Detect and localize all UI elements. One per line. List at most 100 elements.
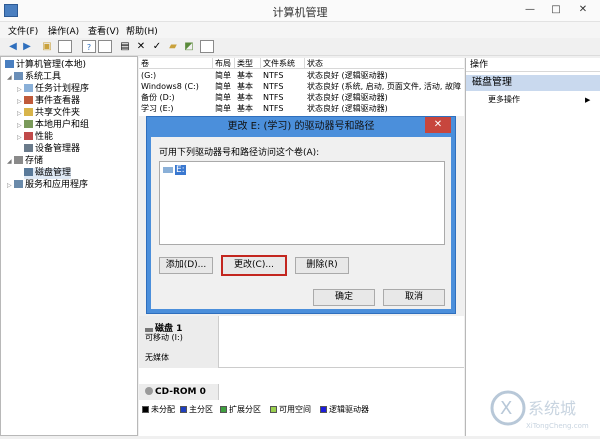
expand-arrow-icon[interactable]: ▷: [17, 96, 24, 107]
col-status[interactable]: 状态: [305, 58, 464, 69]
tree-pane: 计算机管理(本地) ◢ 系统工具 ▷ 任务计划程序 ▷ 事件查看器 ▷ 共享文件夹 ▷ 本…: [0, 56, 138, 436]
col-type[interactable]: 类型: [235, 58, 261, 69]
tree-device-manager[interactable]: 设备管理器: [24, 144, 80, 155]
legend-swatch: [320, 406, 327, 413]
watermark-icon: X 系统城 XiTongCheng.com: [490, 390, 589, 430]
table-row[interactable]: (G:) 简单 基本 NTFS 状态良好 (逻辑驱动器): [139, 70, 464, 81]
dialog-instruction: 可用下列驱动器号和路径访问这个卷(A):: [159, 148, 320, 158]
tree-root[interactable]: 计算机管理(本地): [5, 60, 86, 71]
tree-event-viewer[interactable]: ▷ 事件查看器: [17, 96, 80, 107]
volume-list: (G:) 简单 基本 NTFS 状态良好 (逻辑驱动器) Windows8 (C…: [139, 69, 464, 116]
tree-local-users[interactable]: ▷ 本地用户和组: [17, 120, 89, 131]
back-icon[interactable]: ◀: [6, 40, 20, 53]
disk-graph-area: 磁盘 1 可移动 (I:) 无媒体 CD-ROM 0: [139, 316, 464, 436]
tree-performance[interactable]: ▷ 性能: [17, 132, 53, 143]
action-section-disk-management[interactable]: 磁盘管理: [466, 75, 600, 91]
more-actions-link[interactable]: 更多操作: [488, 95, 520, 105]
forward-icon[interactable]: ▶: [20, 40, 34, 53]
disk1-media: 无媒体: [145, 353, 169, 362]
expand-arrow-icon[interactable]: ▷: [17, 84, 24, 95]
menu-help[interactable]: 帮助(H): [126, 24, 158, 37]
legend-extended: 扩展分区: [220, 405, 261, 415]
legend-swatch: [142, 406, 149, 413]
add-button[interactable]: 添加(D)...: [159, 257, 213, 274]
folder-up-icon[interactable]: ▣: [40, 40, 54, 53]
dialog-body: 可用下列驱动器号和路径访问这个卷(A): E: 添加(D)... 更改(C)..…: [151, 137, 451, 309]
event-icon: [24, 96, 33, 104]
legend-unallocated: 未分配: [142, 405, 175, 415]
tree-task-scheduler[interactable]: ▷ 任务计划程序: [17, 84, 89, 95]
change-drive-letter-dialog: 更改 E: (学习) 的驱动器号和路径 ✕ 可用下列驱动器号和路径访问这个卷(A…: [146, 116, 456, 314]
svg-text:X: X: [500, 398, 512, 419]
change-button[interactable]: 更改(C)...: [221, 255, 287, 276]
legend-logical: 逻辑驱动器: [320, 405, 369, 415]
more-actions-arrow-icon[interactable]: ▶: [585, 95, 590, 105]
tree-disk-management[interactable]: 磁盘管理: [24, 168, 72, 179]
device-icon: [24, 144, 33, 152]
menu-file[interactable]: 文件(F): [8, 24, 38, 37]
storage-icon: [14, 156, 23, 164]
tree-storage[interactable]: ◢ 存储: [7, 156, 43, 167]
open-folder-icon[interactable]: ▰: [166, 40, 180, 53]
computer-icon: [5, 60, 14, 68]
legend-free: 可用空间: [270, 405, 311, 415]
drive-icon: [163, 167, 173, 173]
delete-icon[interactable]: ✕: [134, 40, 148, 53]
tree-shared-folders[interactable]: ▷ 共享文件夹: [17, 108, 80, 119]
collapse-arrow-icon[interactable]: ◢: [7, 156, 14, 167]
document-icon[interactable]: ▤: [118, 40, 132, 53]
clock-icon: [24, 84, 33, 92]
svg-text:XiTongCheng.com: XiTongCheng.com: [526, 422, 589, 430]
list-item[interactable]: E:: [163, 165, 186, 176]
performance-icon: [24, 132, 33, 140]
wizard-icon[interactable]: ◩: [182, 40, 196, 53]
expand-arrow-icon[interactable]: ▷: [17, 132, 24, 143]
drive-path-list[interactable]: E:: [159, 161, 445, 245]
menu-bar: 文件(F) 操作(A) 查看(V) 帮助(H): [0, 22, 600, 38]
action-pane-header: 操作: [466, 58, 600, 72]
action-pane: 操作 磁盘管理 更多操作 ▶: [465, 58, 600, 436]
shared-folder-icon: [24, 108, 33, 116]
properties-icon[interactable]: [98, 40, 112, 53]
collapse-arrow-icon[interactable]: ◢: [7, 72, 14, 83]
col-layout[interactable]: 布局: [213, 58, 235, 69]
tools-icon: [14, 72, 23, 80]
menu-view[interactable]: 查看(V): [88, 24, 119, 37]
table-row[interactable]: Windows8 (C:) 简单 基本 NTFS 状态良好 (系统, 启动, 页…: [139, 81, 464, 92]
cdrom-icon: [145, 387, 153, 395]
services-icon: [14, 180, 23, 188]
menu-action[interactable]: 操作(A): [48, 24, 79, 37]
legend-primary: 主分区: [180, 405, 213, 415]
disk-icon: [24, 168, 33, 176]
users-icon: [24, 120, 33, 128]
legend-swatch: [220, 406, 227, 413]
table-row[interactable]: 学习 (E:) 简单 基本 NTFS 状态良好 (逻辑驱动器): [139, 103, 464, 114]
tree-system-tools[interactable]: ◢ 系统工具: [7, 72, 61, 83]
expand-arrow-icon[interactable]: ▷: [7, 180, 14, 191]
expand-arrow-icon[interactable]: ▷: [17, 120, 24, 131]
window-title: 计算机管理: [272, 6, 328, 19]
col-filesystem[interactable]: 文件系统: [261, 58, 305, 69]
show-hide-tree-icon[interactable]: [58, 40, 72, 53]
disk1-info[interactable]: 磁盘 1 可移动 (I:) 无媒体: [139, 316, 219, 368]
legend-swatch: [270, 406, 277, 413]
delete-button[interactable]: 删除(R): [295, 257, 349, 274]
title-bar: 计算机管理 — □ ✕: [0, 0, 600, 22]
expand-arrow-icon[interactable]: ▷: [17, 108, 24, 119]
col-volume[interactable]: 卷: [139, 58, 213, 69]
tree-services-apps[interactable]: ▷ 服务和应用程序: [7, 180, 88, 191]
dialog-title: 更改 E: (学习) 的驱动器号和路径: [227, 121, 375, 132]
cdrom-info[interactable]: CD-ROM 0: [139, 384, 219, 400]
cancel-button[interactable]: 取消: [383, 289, 445, 306]
settings-icon[interactable]: [200, 40, 214, 53]
legend-swatch: [180, 406, 187, 413]
minimize-button[interactable]: —: [519, 2, 541, 18]
maximize-button[interactable]: □: [545, 2, 567, 18]
help-icon[interactable]: ?: [82, 40, 96, 53]
ok-button[interactable]: 确定: [313, 289, 375, 306]
close-button[interactable]: ✕: [572, 2, 594, 18]
table-row[interactable]: 备份 (D:) 简单 基本 NTFS 状态良好 (逻辑驱动器): [139, 92, 464, 103]
check-icon[interactable]: ✓: [150, 40, 164, 53]
disk1-partition: [219, 316, 464, 368]
dialog-close-button[interactable]: ✕: [425, 117, 451, 133]
